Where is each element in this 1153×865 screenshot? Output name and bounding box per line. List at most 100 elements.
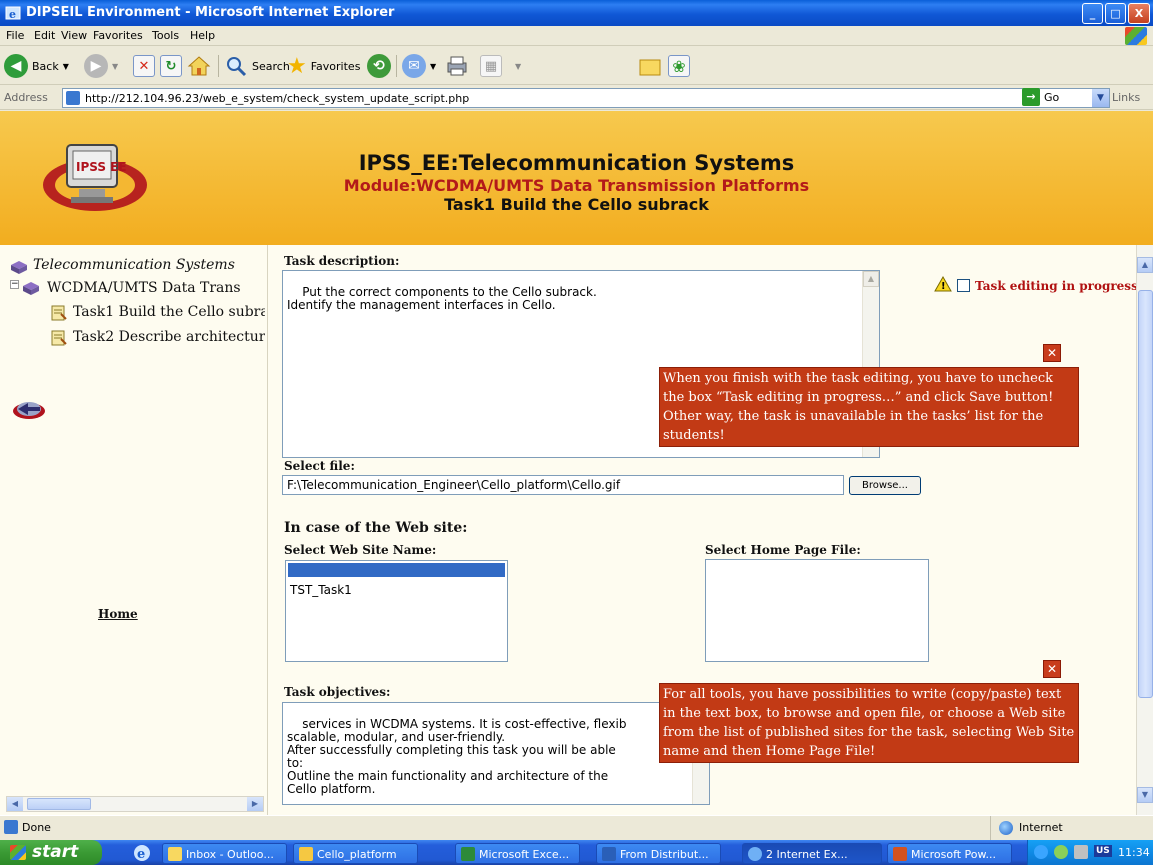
task-title: Task1 Build the Cello subrack — [444, 195, 709, 214]
scroll-thumb[interactable] — [1138, 290, 1153, 698]
svg-text:e: e — [9, 8, 16, 21]
back-button[interactable]: ◀ Back ▼ — [4, 53, 69, 79]
minimize-button[interactable]: _ — [1082, 3, 1103, 24]
volume-icon[interactable] — [1074, 845, 1088, 859]
messenger-button[interactable]: ❀ — [668, 53, 690, 79]
tree-item-module[interactable]: WCDMA/UMTS Data Trans — [47, 280, 265, 296]
edit-button[interactable]: ▦ — [480, 53, 502, 79]
scroll-left-icon[interactable]: ◀ — [7, 797, 23, 811]
ie-icon — [748, 847, 762, 861]
taskbar-item-label: Cello_platform — [317, 848, 397, 861]
taskbar-item-label: 2 Internet Ex... — [766, 848, 848, 861]
mail-button[interactable]: ✉ ▼ — [402, 53, 436, 79]
taskbar-item-excel[interactable]: Microsoft Exce... — [455, 843, 580, 864]
svg-text:!: ! — [941, 281, 946, 292]
back-nav-icon[interactable] — [12, 397, 46, 421]
maximize-button[interactable]: □ — [1105, 3, 1126, 24]
scroll-up-icon[interactable]: ▲ — [1137, 257, 1153, 273]
go-button[interactable]: → Go — [1022, 88, 1059, 106]
menu-file[interactable]: File — [6, 29, 24, 42]
back-arrow-icon: ◀ — [4, 54, 28, 78]
task-objectives-textarea[interactable]: services in WCDMA systems. It is cost-ef… — [282, 702, 710, 805]
ie-icon: e — [5, 6, 21, 21]
scroll-down-icon[interactable]: ▼ — [1137, 787, 1153, 803]
print-button[interactable] — [445, 53, 469, 79]
chevron-down-icon: ▼ — [515, 61, 522, 71]
file-path-input[interactable]: F:\Telecommunication_Engineer\Cello_plat… — [282, 475, 844, 495]
search-icon — [227, 57, 247, 77]
stop-button[interactable]: ✕ — [133, 53, 155, 79]
mail-icon: ✉ — [402, 54, 426, 78]
taskbar-item-internet-explorer[interactable]: 2 Internet Ex... — [742, 843, 882, 864]
start-button[interactable]: start — [0, 840, 102, 865]
web-site-name-listbox[interactable]: TST_Task1 — [285, 560, 508, 662]
taskbar-item-label: From Distribut... — [620, 848, 709, 861]
task-editing-checkbox[interactable] — [957, 279, 970, 292]
browse-button[interactable]: Browse... — [849, 476, 921, 495]
favorites-button[interactable]: ★ Favorites — [287, 53, 360, 79]
scroll-thumb[interactable] — [27, 798, 91, 810]
language-indicator[interactable]: US — [1094, 845, 1112, 857]
network-icon[interactable] — [1034, 845, 1048, 859]
scroll-right-icon[interactable]: ▶ — [247, 797, 263, 811]
menu-help[interactable]: Help — [190, 29, 215, 42]
tray-app-icon[interactable] — [1054, 845, 1068, 859]
windows-logo-icon — [1125, 27, 1147, 45]
folder-icon — [299, 847, 313, 861]
status-text: Done — [22, 821, 51, 834]
home-link[interactable]: Home — [98, 607, 138, 621]
history-button[interactable]: ⟲ — [367, 53, 391, 79]
page-icon — [66, 91, 80, 105]
address-url: http://212.104.96.23/web_e_system/check_… — [85, 92, 470, 105]
menu-view[interactable]: View — [61, 29, 87, 42]
forward-arrow-icon: ▶ — [84, 54, 108, 78]
close-button[interactable]: X — [1128, 3, 1150, 24]
sidebar-horizontal-scrollbar[interactable]: ◀ ▶ — [6, 796, 264, 812]
status-bar: Done Internet — [0, 815, 1153, 840]
tree-item-task2[interactable]: Task2 Describe architecture — [73, 329, 265, 345]
tree-item-root[interactable]: Telecommunication Systems — [33, 257, 263, 273]
links-button[interactable]: Links — [1112, 91, 1140, 104]
close-tip2-icon[interactable]: ✕ — [1043, 660, 1061, 678]
go-arrow-icon: → — [1022, 88, 1040, 106]
close-tip1-icon[interactable]: ✕ — [1043, 344, 1061, 362]
history-icon: ⟲ — [367, 54, 391, 78]
discuss-button[interactable]: ▼ — [515, 53, 521, 79]
page-title: IPSS_EE:Telecommunication Systems — [358, 151, 795, 175]
taskbar-item-folder[interactable]: Cello_platform — [293, 843, 418, 864]
selected-list-item[interactable] — [288, 563, 505, 577]
taskbar-item-word[interactable]: From Distribut... — [596, 843, 721, 864]
outlook-icon — [168, 847, 182, 861]
folder-button[interactable] — [638, 53, 662, 79]
list-item[interactable]: TST_Task1 — [290, 583, 352, 597]
taskbar-item-outlook[interactable]: Inbox - Outloo... — [162, 843, 287, 864]
page-vertical-scrollbar[interactable]: ▲ ▼ — [1136, 245, 1153, 815]
taskbar: start e Inbox - Outloo... Cello_platform… — [0, 840, 1153, 865]
menu-edit[interactable]: Edit — [34, 29, 55, 42]
globe-icon — [999, 821, 1013, 835]
address-dropdown-button[interactable]: ▼ — [1092, 89, 1109, 107]
task-editing-label: Task editing in progress... — [975, 279, 1151, 293]
toolbar-divider — [218, 55, 219, 77]
search-button[interactable]: Search — [224, 53, 290, 79]
refresh-button[interactable]: ↻ — [160, 53, 182, 79]
menu-bar: File Edit View Favorites Tools Help — [0, 26, 1153, 46]
home-button[interactable] — [187, 53, 211, 79]
start-label: start — [32, 842, 79, 862]
scroll-up-icon[interactable]: ▲ — [863, 271, 879, 287]
page-icon — [4, 820, 18, 834]
select-file-label: Select file: — [284, 459, 355, 473]
windows-logo-icon — [10, 845, 26, 860]
module-folder-icon — [23, 282, 39, 295]
collapse-icon[interactable]: − — [10, 280, 19, 289]
address-input[interactable]: http://212.104.96.23/web_e_system/check_… — [62, 88, 1110, 108]
forward-button[interactable]: ▶ ▼ — [84, 53, 118, 79]
clock: 11:34 — [1118, 846, 1150, 859]
tree-item-task1[interactable]: Task1 Build the Cello subra — [73, 304, 265, 320]
home-page-file-listbox[interactable] — [705, 559, 929, 662]
menu-favorites[interactable]: Favorites — [93, 29, 143, 42]
system-tray: US 11:34 — [1027, 840, 1153, 865]
taskbar-item-powerpoint[interactable]: Microsoft Pow... — [887, 843, 1012, 864]
menu-tools[interactable]: Tools — [152, 29, 179, 42]
ie-quicklaunch-icon[interactable]: e — [133, 844, 151, 862]
